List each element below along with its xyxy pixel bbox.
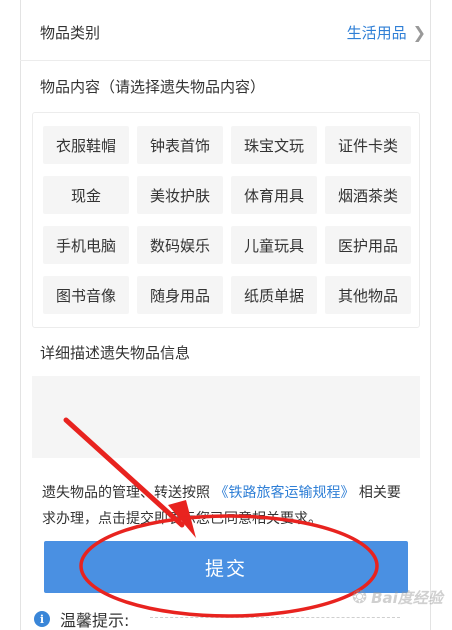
item-content-grid: 衣服鞋帽 钟表首饰 珠宝文玩 证件卡类 现金 美妆护肤 体育用具 烟酒茶类 手机…	[32, 112, 420, 328]
tip-row: i 温馨提示:	[34, 607, 129, 630]
content-chip[interactable]: 随身用品	[137, 276, 223, 314]
detail-description-input[interactable]	[32, 376, 420, 458]
tip-divider	[150, 617, 400, 618]
content-chip[interactable]: 珠宝文玩	[231, 126, 317, 164]
content-chip[interactable]: 衣服鞋帽	[43, 126, 129, 164]
frame-line-right	[430, 0, 431, 630]
content-chip[interactable]: 纸质单据	[231, 276, 317, 314]
category-value-wrap[interactable]: 生活用品 ❯	[347, 22, 426, 43]
content-chip[interactable]: 其他物品	[325, 276, 411, 314]
detail-section-title: 详细描述遗失物品信息	[40, 344, 191, 362]
tip-label: 温馨提示:	[60, 611, 130, 630]
content-section-title: 物品内容（请选择遗失物品内容）	[40, 78, 266, 96]
category-value: 生活用品	[346, 23, 407, 42]
content-chip[interactable]: 美妆护肤	[137, 176, 223, 214]
regulation-link[interactable]: 《铁路旅客运输规程》	[214, 485, 354, 501]
chevron-right-icon: ❯	[412, 22, 426, 42]
content-chip[interactable]: 儿童玩具	[231, 226, 317, 264]
watermark-text: Bai度经验	[371, 588, 443, 607]
content-chip[interactable]: 体育用具	[231, 176, 317, 214]
content-chip[interactable]: 现金	[43, 176, 129, 214]
info-icon: i	[34, 611, 50, 627]
divider	[20, 60, 430, 61]
content-chip[interactable]: 医护用品	[325, 226, 411, 264]
notice-text: 遗失物品的管理、转送按照 《铁路旅客运输规程》 相关要求办理，点击提交即表示您已…	[42, 480, 412, 532]
content-chip[interactable]: 烟酒茶类	[325, 176, 411, 214]
content-chip[interactable]: 数码娱乐	[137, 226, 223, 264]
category-row[interactable]: 物品类别 生活用品 ❯	[40, 18, 426, 46]
baidu-watermark: ❂ Bai度经验	[352, 580, 448, 614]
category-label: 物品类别	[40, 23, 101, 42]
paw-icon: ❂	[352, 586, 368, 608]
notice-part1: 遗失物品的管理、转送按照	[42, 485, 210, 501]
content-chip[interactable]: 图书音像	[43, 276, 129, 314]
content-chip[interactable]: 手机电脑	[43, 226, 129, 264]
frame-line-left	[20, 0, 21, 630]
content-chip[interactable]: 证件卡类	[325, 126, 411, 164]
content-chip[interactable]: 钟表首饰	[137, 126, 223, 164]
